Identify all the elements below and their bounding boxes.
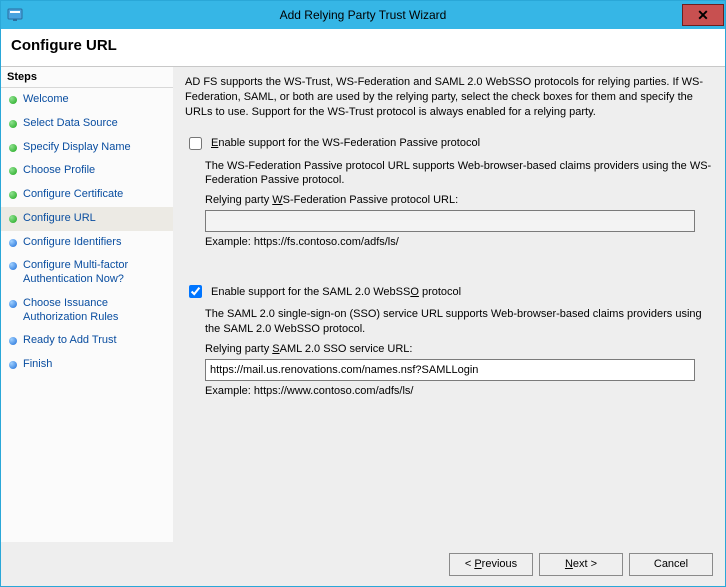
step-label: Configure Multi-factor Authentication No… <box>23 259 167 287</box>
step-label: Specify Display Name <box>23 141 131 155</box>
titlebar[interactable]: Add Relying Party Trust Wizard ✕ <box>1 1 725 29</box>
step-label: Ready to Add Trust <box>23 334 117 348</box>
step-bullet-icon <box>9 144 17 152</box>
step-label: Configure Identifiers <box>23 236 121 250</box>
step-choose-issuance-authorization-rules[interactable]: Choose Issuance Authorization Rules <box>1 292 173 330</box>
saml-example: Example: https://www.contoso.com/adfs/ls… <box>205 385 713 397</box>
previous-button[interactable]: < Previous <box>449 553 533 576</box>
wsfed-url-input[interactable] <box>205 210 695 232</box>
step-label: Configure Certificate <box>23 188 123 202</box>
saml-checkbox-text: Enable support for the SAML 2.0 WebSSO p… <box>211 286 461 298</box>
step-label: Configure URL <box>23 212 96 226</box>
wsfed-example: Example: https://fs.contoso.com/adfs/ls/ <box>205 236 713 248</box>
step-bullet-icon <box>9 191 17 199</box>
content-pane: AD FS supports the WS-Trust, WS-Federati… <box>173 67 725 542</box>
step-finish[interactable]: Finish <box>1 353 173 377</box>
steps-sidebar: Steps Welcome Select Data Source Specify D… <box>1 67 173 542</box>
footer: < Previous Next > Cancel <box>1 542 725 586</box>
step-label: Choose Issuance Authorization Rules <box>23 297 167 325</box>
saml-url-input[interactable] <box>205 359 695 381</box>
step-label: Finish <box>23 358 52 372</box>
step-bullet-icon <box>9 120 17 128</box>
step-configure-identifiers[interactable]: Configure Identifiers <box>1 231 173 255</box>
step-label: Choose Profile <box>23 164 95 178</box>
step-configure-multi-factor-authentication-now[interactable]: Configure Multi-factor Authentication No… <box>1 254 173 292</box>
wsfed-description: The WS-Federation Passive protocol URL s… <box>205 159 713 189</box>
saml-description: The SAML 2.0 single-sign-on (SSO) servic… <box>205 307 713 337</box>
step-label: Welcome <box>23 93 69 107</box>
wsfed-checkbox-text: Enable support for the WS-Federation Pas… <box>211 137 480 149</box>
wsfed-url-label: Relying party WS-Federation Passive prot… <box>205 194 713 206</box>
step-label: Select Data Source <box>23 117 118 131</box>
step-bullet-icon <box>9 361 17 369</box>
step-bullet-icon <box>9 239 17 247</box>
step-configure-certificate[interactable]: Configure Certificate <box>1 183 173 207</box>
step-choose-profile[interactable]: Choose Profile <box>1 159 173 183</box>
step-welcome[interactable]: Welcome <box>1 88 173 112</box>
intro-text: AD FS supports the WS-Trust, WS-Federati… <box>185 75 713 120</box>
saml-url-label: Relying party SAML 2.0 SSO service URL: <box>205 343 713 355</box>
page-header: Configure URL <box>1 29 725 67</box>
wizard-body: Steps Welcome Select Data Source Specify D… <box>1 67 725 542</box>
steps-heading: Steps <box>1 67 173 88</box>
saml-section: Enable support for the SAML 2.0 WebSSO p… <box>185 282 713 397</box>
saml-checkbox-label[interactable]: Enable support for the SAML 2.0 WebSSO p… <box>185 282 713 301</box>
step-configure-url[interactable]: Configure URL <box>1 207 173 231</box>
wsfed-section: Enable support for the WS-Federation Pas… <box>185 134 713 249</box>
saml-checkbox[interactable] <box>189 285 202 298</box>
step-bullet-icon <box>9 96 17 104</box>
cancel-button[interactable]: Cancel <box>629 553 713 576</box>
step-bullet-icon <box>9 337 17 345</box>
next-button[interactable]: Next > <box>539 553 623 576</box>
step-bullet-icon <box>9 167 17 175</box>
wsfed-checkbox-label[interactable]: Enable support for the WS-Federation Pas… <box>185 134 713 153</box>
window-title: Add Relying Party Trust Wizard <box>1 8 725 22</box>
wizard-window: Add Relying Party Trust Wizard ✕ Configu… <box>0 0 726 587</box>
step-specify-display-name[interactable]: Specify Display Name <box>1 136 173 160</box>
page-title: Configure URL <box>11 37 715 54</box>
step-select-data-source[interactable]: Select Data Source <box>1 112 173 136</box>
wsfed-checkbox[interactable] <box>189 137 202 150</box>
step-bullet-icon <box>9 262 17 270</box>
step-ready-to-add-trust[interactable]: Ready to Add Trust <box>1 329 173 353</box>
step-bullet-icon <box>9 300 17 308</box>
step-bullet-icon <box>9 215 17 223</box>
